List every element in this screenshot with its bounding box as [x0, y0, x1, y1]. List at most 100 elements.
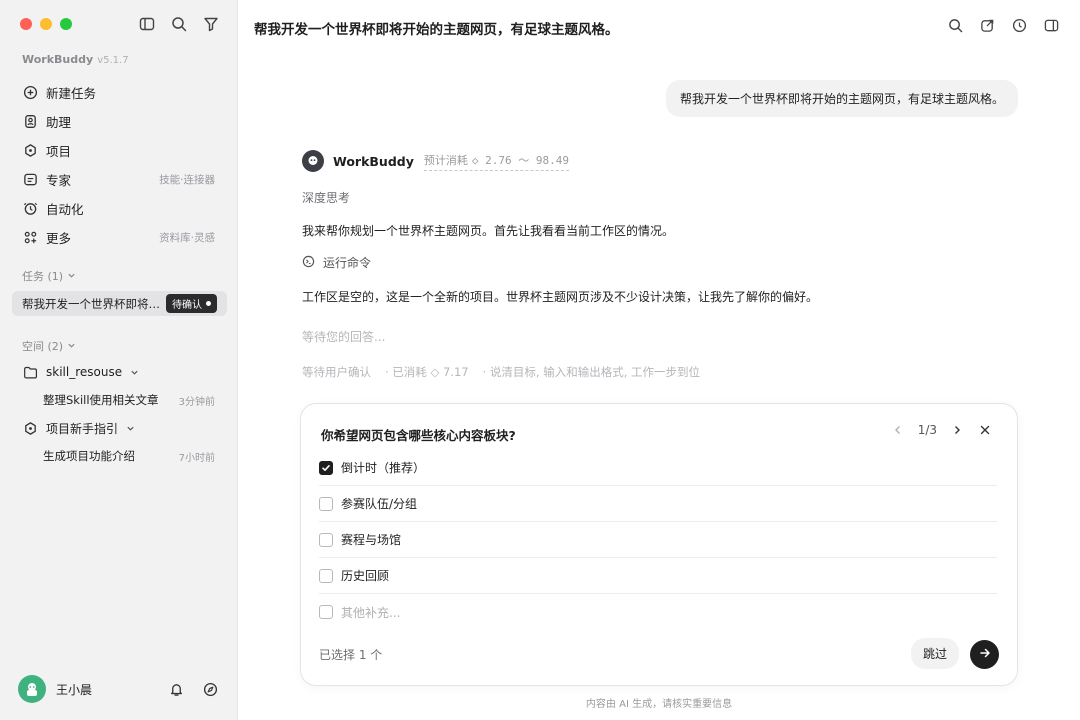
search-icon[interactable] [170, 15, 188, 33]
page-title: 帮我开发一个世界杯即将开始的主题网页，有足球主题风格。 [254, 22, 619, 38]
space-folder-label: 项目新手指引 [46, 421, 119, 436]
skip-button[interactable]: 跳过 [910, 638, 959, 669]
nav-hint: 资料库·灵感 [159, 232, 215, 244]
nav-hint: 技能·连接器 [159, 174, 215, 186]
cost-estimate[interactable]: 预计消耗 ◇ 2.76 ～ 98.49 [423, 152, 569, 171]
task-item-active[interactable]: 帮我开发一个世界杯即将开始的主题网页，有足球主题风格。 待确认 [12, 291, 227, 316]
deep-thinking-label[interactable]: 深度思考 [302, 189, 350, 206]
space-file-label: 整理Skill使用相关文章 [43, 393, 159, 407]
option-countdown[interactable]: 倒计时（推荐） [319, 450, 997, 486]
maximize-window-button[interactable] [60, 18, 72, 30]
chevron-down-icon [130, 368, 139, 377]
minimize-window-button[interactable] [40, 18, 52, 30]
share-icon[interactable] [978, 16, 996, 34]
space-folder-label: skill_resouse [46, 365, 123, 379]
user-message-bubble: 帮我开发一个世界杯即将开始的主题网页，有足球主题风格。 [665, 80, 1018, 117]
project-icon [22, 420, 38, 436]
filter-icon[interactable] [202, 15, 220, 33]
folder-icon [22, 364, 38, 380]
tasks-section-header[interactable]: 任务 (1) [12, 268, 86, 284]
brand-version: v5.1.7 [97, 55, 129, 66]
sidebar-toolbar [138, 15, 220, 33]
sidebar: WorkBuddy v5.1.7 新建任务 助理 项目 专家 技能·连接器 自动… [0, 0, 238, 720]
option-label: 历史回顾 [341, 569, 390, 583]
space-section-title: 空间 (2) [22, 340, 64, 353]
window-controls [20, 18, 72, 30]
brand: WorkBuddy v5.1.7 [22, 53, 129, 66]
space-section-header[interactable]: 空间 (2) [12, 338, 86, 354]
question-pager: 1/3 [890, 422, 993, 438]
option-other-input[interactable]: 其他补充... [319, 594, 997, 630]
nav-project[interactable]: 项目 [12, 136, 225, 165]
bell-icon[interactable] [167, 680, 185, 698]
close-window-button[interactable] [20, 18, 32, 30]
cost-value: ◇ 2.76 ～ 98.49 [471, 153, 569, 167]
status-waiting: 等待用户确认 [302, 365, 371, 379]
option-list: 倒计时（推荐） 参赛队伍/分组 赛程与场馆 历史回顾 其他补充... [319, 450, 997, 630]
project-icon [22, 143, 38, 159]
option-teams[interactable]: 参赛队伍/分组 [319, 486, 997, 522]
tasks-section-title: 任务 (1) [22, 270, 64, 283]
assistant-reply: 工作区是空的，这是一个全新的项目。世界杯主题网页涉及不少设计决策，让我先了解你的… [302, 290, 819, 304]
user-profile: 王小晨 [18, 674, 219, 704]
status-badge: 待确认 [166, 294, 217, 313]
status-badge-label: 待确认 [172, 300, 202, 311]
option-schedule[interactable]: 赛程与场馆 [319, 522, 997, 558]
top-toolbar [946, 16, 1060, 34]
assistant-reply: 我来帮你规划一个世界杯主题网页。首先让我看看当前工作区的情况。 [302, 224, 675, 238]
history-icon[interactable] [1010, 16, 1028, 34]
user-tools [167, 680, 219, 698]
task-title: 帮我开发一个世界杯即将开始的主题网页，有足球主题风格。 [22, 296, 162, 311]
space-file-time: 3分钟前 [178, 396, 215, 408]
app-window: WorkBuddy v5.1.7 新建任务 助理 项目 专家 技能·连接器 自动… [0, 0, 1080, 720]
space-file-item[interactable]: 生成项目功能介绍 7小时前 [12, 442, 225, 470]
checkbox[interactable] [319, 568, 333, 583]
status-line: 等待用户确认 · 已消耗 ◇ 7.17 · 说清目标, 输入和输出格式, 工作一… [302, 364, 700, 380]
nav-label: 更多 [46, 231, 72, 246]
bot-avatar-icon [302, 150, 324, 172]
space-list: skill_resouse 整理Skill使用相关文章 3分钟前 项目新手指引 … [12, 358, 225, 470]
space-folder-skill-resouse[interactable]: skill_resouse [12, 358, 225, 386]
assistant-icon [22, 114, 38, 130]
chevron-left-icon[interactable] [890, 422, 906, 438]
chevron-right-icon[interactable] [949, 422, 965, 438]
nav-assistant[interactable]: 助理 [12, 107, 225, 136]
nav-new-task[interactable]: 新建任务 [12, 78, 225, 107]
cost-label: 预计消耗 [423, 153, 468, 167]
checkbox[interactable] [319, 496, 333, 511]
chevron-down-icon [126, 424, 135, 433]
nav-expert[interactable]: 专家 技能·连接器 [12, 165, 225, 194]
option-label: 赛程与场馆 [341, 533, 402, 547]
nav-label: 自动化 [46, 202, 84, 217]
space-folder-guide[interactable]: 项目新手指引 [12, 414, 225, 442]
option-history[interactable]: 历史回顾 [319, 558, 997, 594]
chevron-down-icon [67, 270, 76, 283]
checkbox[interactable] [319, 532, 333, 547]
search-icon[interactable] [946, 16, 964, 34]
nav-label: 助理 [46, 115, 72, 130]
nav-more[interactable]: 更多 资料库·灵感 [12, 223, 225, 252]
option-label: 参赛队伍/分组 [341, 497, 418, 511]
ai-disclaimer: 内容由 AI 生成，请核实重要信息 [585, 699, 733, 710]
compass-icon[interactable] [201, 680, 219, 698]
submit-button[interactable] [970, 640, 999, 669]
close-icon[interactable] [977, 422, 993, 438]
space-file-item[interactable]: 整理Skill使用相关文章 3分钟前 [12, 386, 225, 414]
brand-name: WorkBuddy [22, 53, 94, 66]
nav-label: 新建任务 [46, 86, 97, 101]
sidebar-toggle-icon[interactable] [138, 15, 156, 33]
nav-automation[interactable]: 自动化 [12, 194, 225, 223]
checkbox[interactable] [319, 605, 333, 619]
nav-label: 专家 [46, 173, 72, 188]
checkbox-checked[interactable] [319, 460, 333, 475]
terminal-icon [302, 255, 315, 271]
arrow-right-icon [979, 647, 991, 663]
automation-icon [22, 201, 38, 217]
plus-circle-icon [22, 85, 38, 101]
question-title: 你希望网页包含哪些核心内容板块? [321, 428, 516, 443]
option-label: 倒计时（推荐） [341, 461, 426, 475]
avatar[interactable] [18, 675, 46, 703]
run-command-step[interactable]: 运行命令 [302, 254, 371, 271]
other-input-placeholder[interactable]: 其他补充... [341, 604, 400, 621]
panel-toggle-icon[interactable] [1042, 16, 1060, 34]
